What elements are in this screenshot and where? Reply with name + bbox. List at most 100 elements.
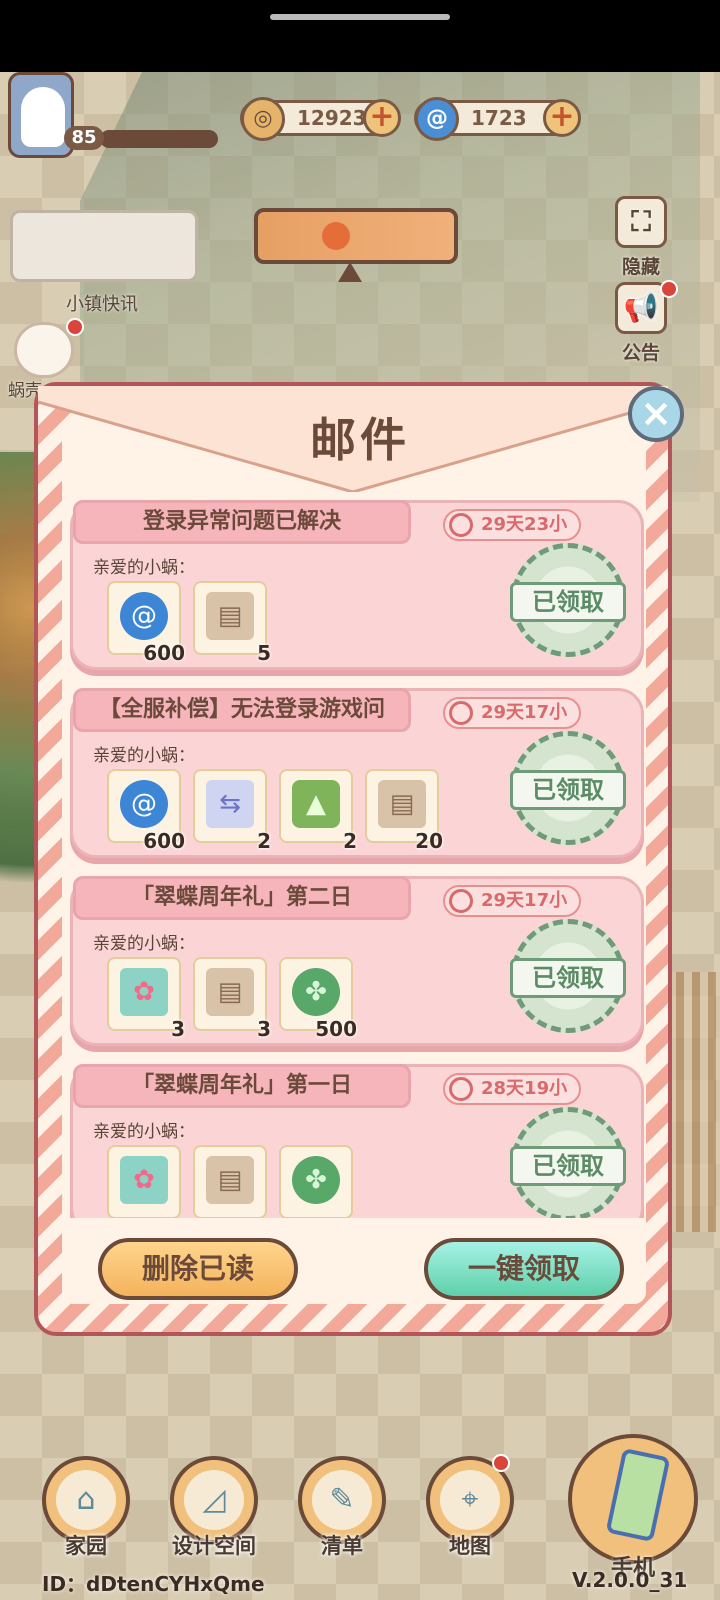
expand-arrow-icon[interactable]: [338, 262, 362, 282]
scroll-icon: ▤: [206, 968, 254, 1016]
attachment-qty: 3: [257, 1017, 271, 1041]
attachment-slot[interactable]: ✤: [279, 1145, 353, 1218]
mail-expiry-text: 29天17小: [481, 890, 568, 911]
mail-expiry-timer: 28天19小: [443, 1073, 581, 1105]
attachment-slot[interactable]: @600: [107, 581, 185, 665]
attachment-qty: 5: [257, 641, 271, 665]
mail-item-title: 【全服补偿】无法登录游戏问: [73, 688, 411, 732]
attachment-slot[interactable]: ⇆ 2: [193, 769, 271, 853]
scroll-icon: ▤: [206, 1156, 254, 1204]
attachment-qty: 600: [143, 829, 185, 853]
mail-expiry-text: 28天19小: [481, 1078, 568, 1099]
hide-ui-button[interactable]: ⛶ 隐藏: [606, 196, 676, 279]
clover-coin-icon: ✤: [292, 968, 340, 1016]
announcement-notification-dot: [660, 280, 678, 298]
nav-map-label: 地图: [449, 1534, 491, 1558]
add-snail-currency-button[interactable]: +: [543, 99, 581, 137]
close-icon[interactable]: ×: [628, 386, 684, 442]
mail-title: 邮件: [310, 413, 410, 467]
map-notification-dot: [492, 1454, 510, 1472]
checklist-icon: ✎: [312, 1470, 372, 1530]
mail-item[interactable]: 登录异常问题已解决 29天23小 亲爱的小蜗： @600 ▤ 5 已领取: [70, 500, 644, 670]
attachment-qty: 2: [343, 829, 357, 853]
attachment-qty: 20: [415, 829, 443, 853]
delete-read-button[interactable]: 删除已读: [98, 1238, 298, 1300]
experience-bar: [100, 130, 218, 148]
town-news-label: 小镇快讯: [66, 294, 138, 315]
mail-item-title: 「翠蝶周年礼」第一日: [73, 1064, 411, 1108]
player-level: 85: [64, 126, 104, 150]
scan-frame-icon: ⛶: [615, 196, 667, 248]
hide-label: 隐藏: [621, 256, 660, 278]
pet-button[interactable]: [14, 322, 74, 378]
notch-pill: [270, 14, 450, 20]
snail-currency-amount: 1723: [471, 106, 527, 130]
ticket-icon: ⇆: [206, 780, 254, 828]
nav-list-label: 清单: [321, 1534, 363, 1558]
weather-panel[interactable]: [254, 208, 458, 264]
attachment-slot[interactable]: ✿: [107, 1145, 181, 1218]
scroll-icon: ▤: [206, 592, 254, 640]
claimed-stamp: 已领取: [510, 919, 626, 1033]
clock-icon: [449, 701, 473, 725]
mail-item-title: 登录异常问题已解决: [73, 500, 411, 544]
attachment-slot[interactable]: ▤ 20: [365, 769, 443, 853]
snail-shell-icon: @: [120, 592, 168, 640]
claimed-stamp-text: 已领取: [510, 1146, 626, 1186]
claimed-stamp-text: 已领取: [510, 958, 626, 998]
mail-list[interactable]: 登录异常问题已解决 29天23小 亲爱的小蜗： @600 ▤ 5 已领取 【全服补…: [70, 500, 644, 1218]
attachment-slot[interactable]: ▤ 5: [193, 581, 271, 665]
nav-list[interactable]: ✎ 清单: [296, 1456, 388, 1558]
ruler-triangle-icon: ◿: [184, 1470, 244, 1530]
add-coins-button[interactable]: +: [363, 99, 401, 137]
mail-greeting: 亲爱的小蜗：: [93, 558, 195, 578]
butterfly-card-icon: ✿: [120, 1156, 168, 1204]
attachment-slot[interactable]: @600: [107, 769, 185, 853]
announcement-label: 公告: [621, 342, 660, 364]
mail-expiry-timer: 29天17小: [443, 697, 581, 729]
town-news-panel[interactable]: [10, 210, 198, 282]
clover-coin-icon: ✤: [292, 1156, 340, 1204]
mail-greeting: 亲爱的小蜗：: [93, 1122, 195, 1142]
player-id: ID：dDtenCYHxQme: [42, 1572, 265, 1596]
attachment-slot[interactable]: ▲ 2: [279, 769, 357, 853]
cat-avatar-icon: [21, 87, 65, 147]
mail-item[interactable]: 「翠蝶周年礼」第二日 29天17小 亲爱的小蜗： ✿ 3 ▤ 3 ✤ 500 已领取: [70, 876, 644, 1046]
pet-notification-dot: [66, 318, 84, 336]
attachment-qty: 500: [315, 1017, 357, 1041]
snail-shell-icon: @: [415, 97, 459, 141]
snail-currency-counter: @ 1723 +: [414, 97, 581, 141]
clock-icon: [449, 1077, 473, 1101]
scroll-icon: ▤: [378, 780, 426, 828]
claimed-stamp: 已领取: [510, 731, 626, 845]
mail-item-title: 「翠蝶周年礼」第二日: [73, 876, 411, 920]
nav-home-label: 家园: [65, 1534, 107, 1558]
butterfly-card-icon: ✿: [120, 968, 168, 1016]
clock-icon: [449, 513, 473, 537]
app-version: V.2.0.0_31: [572, 1568, 688, 1592]
house-icon: ⌂: [56, 1470, 116, 1530]
claim-all-button[interactable]: 一键领取: [424, 1238, 624, 1300]
attachment-qty: 3: [171, 1017, 185, 1041]
phone-icon: [605, 1447, 671, 1543]
attachment-slot[interactable]: ▤ 3: [193, 957, 271, 1041]
nav-design[interactable]: ◿ 设计空间: [168, 1456, 260, 1558]
mail-greeting: 亲爱的小蜗：: [93, 934, 195, 954]
claimed-stamp: 已领取: [510, 543, 626, 657]
claimed-stamp-text: 已领取: [510, 582, 626, 622]
claimed-stamp: 已领取: [510, 1107, 626, 1218]
coin-counter: ◎ 129235 +: [240, 97, 401, 141]
nav-home[interactable]: ⌂ 家园: [40, 1456, 132, 1558]
player-avatar[interactable]: [8, 72, 74, 158]
clock-icon: [449, 889, 473, 913]
nav-phone[interactable]: 手机: [568, 1434, 698, 1581]
attachment-slot[interactable]: ✿ 3: [107, 957, 185, 1041]
sunset-icon: [322, 222, 350, 250]
map-pin-icon: ⌖: [440, 1470, 500, 1530]
mail-greeting: 亲爱的小蜗：: [93, 746, 195, 766]
mail-item[interactable]: 【全服补偿】无法登录游戏问 29天17小 亲爱的小蜗： @600 ⇆ 2 ▲ 2 ▤…: [70, 688, 644, 858]
mail-expiry-timer: 29天17小: [443, 885, 581, 917]
attachment-slot[interactable]: ✤ 500: [279, 957, 357, 1041]
attachment-slot[interactable]: ▤: [193, 1145, 267, 1218]
mail-item[interactable]: 「翠蝶周年礼」第一日 28天19小 亲爱的小蜗： ✿ ▤ ✤ 已领取: [70, 1064, 644, 1218]
